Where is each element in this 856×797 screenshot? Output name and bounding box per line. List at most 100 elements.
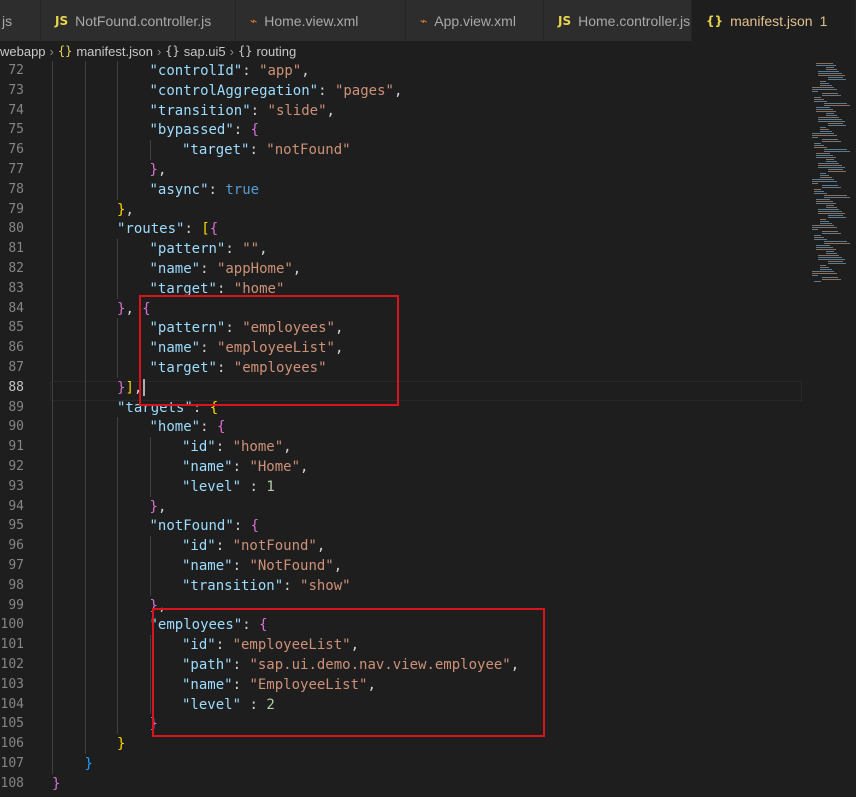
minimap-line <box>818 119 842 120</box>
code-token: : <box>241 478 267 495</box>
line-number: 81 <box>8 241 24 257</box>
minimap-line <box>816 111 836 112</box>
code-token: "home" <box>232 439 284 456</box>
line-code: "transition": "slide", <box>150 101 335 121</box>
minimap-line <box>820 177 832 178</box>
code-token: "id" <box>182 538 216 555</box>
code-token: : <box>184 221 202 238</box>
tab-home-controller-js[interactable]: JS Home.controller.js <box>544 0 692 41</box>
breadcrumb-item[interactable]: routing <box>256 44 296 59</box>
tab-home-view-xml[interactable]: ⌁ Home.view.xml <box>236 0 406 41</box>
tab-manifest-json[interactable]: {} manifest.json 1 <box>692 0 856 41</box>
minimap-line <box>828 79 846 80</box>
code-line: 89 "targets": { <box>0 398 810 418</box>
code-token: } <box>52 775 61 792</box>
minimap-line <box>814 145 824 146</box>
minimap-line <box>814 239 827 240</box>
line-number: 93 <box>8 478 24 494</box>
code-token: : <box>318 82 335 99</box>
json-object-icon: {} <box>165 44 180 58</box>
minimap-line <box>812 229 818 230</box>
line-number: 92 <box>8 459 24 474</box>
line-code: "target": "notFound" <box>182 140 351 160</box>
code-token: "name" <box>149 261 201 277</box>
minimap-line <box>818 75 845 76</box>
line-number: 76 <box>8 142 24 158</box>
json-object-icon: {} <box>238 44 253 58</box>
minimap-line <box>812 271 834 272</box>
code-line: 76 "target": "notFound" <box>0 140 810 160</box>
minimap-line <box>824 243 850 244</box>
code-token: , <box>259 241 268 258</box>
targets-annotation-box <box>152 608 545 737</box>
code-token: , <box>292 261 302 277</box>
line-number: 95 <box>8 518 24 534</box>
code-line: 106} <box>0 734 810 754</box>
code-token: "transition" <box>182 577 284 594</box>
code-token: , <box>333 558 343 574</box>
breadcrumb-item[interactable]: webapp <box>0 44 46 59</box>
code-token: "appHome" <box>216 261 293 277</box>
minimap-line <box>826 69 837 70</box>
minimap-line <box>818 73 842 74</box>
minimap-line <box>822 279 841 280</box>
minimap-line <box>816 65 836 66</box>
minimap-line <box>828 169 843 170</box>
minimap-line <box>818 71 839 72</box>
code-line: 94}, <box>0 497 810 517</box>
code-token: : <box>215 439 233 456</box>
minimap-line <box>814 99 824 100</box>
minimap-line <box>820 129 829 130</box>
code-line: 91 "id": "home", <box>0 437 810 457</box>
code-editor[interactable]: 72 "controlId": "app", 73 "controlAggregati… <box>0 61 810 793</box>
minimap-line <box>822 277 838 278</box>
tab-app-view-xml[interactable]: ⌁ App.view.xml <box>406 0 544 41</box>
line-number: 96 <box>8 538 24 554</box>
code-token: : <box>200 419 217 436</box>
minimap-line <box>812 89 837 90</box>
minimap-line <box>824 103 847 104</box>
tab-notfound-controller-js[interactable]: JS NotFound.controller.js <box>41 0 236 41</box>
minimap-line <box>822 233 841 234</box>
xml-file-icon: ⌁ <box>250 13 258 28</box>
line-code: }, <box>150 160 167 180</box>
breadcrumb-chevron-icon: › <box>49 43 54 59</box>
code-token: "target" <box>182 142 250 159</box>
code-token: "bypassed" <box>149 122 234 139</box>
code-token: "NotFound" <box>249 558 334 574</box>
minimap-line <box>828 217 846 218</box>
minimap-line <box>826 251 834 252</box>
minimap-line <box>822 141 841 142</box>
line-code: "level" : 1 <box>182 477 275 497</box>
line-number: 101 <box>0 637 24 653</box>
minimap-line <box>828 261 843 262</box>
code-token: : <box>215 538 233 555</box>
line-code: "notFound": { <box>150 516 260 536</box>
tab-label: manifest.json <box>730 12 813 29</box>
code-token: "routes" <box>117 221 185 238</box>
code-line: 93 "level" : 1 <box>0 477 810 497</box>
line-code: "name": "NotFound", <box>182 556 342 576</box>
minimap-line <box>812 87 834 88</box>
line-code: "async": true <box>150 180 260 200</box>
minimap-canvas <box>812 63 850 282</box>
minimap-line <box>826 115 837 116</box>
minimap-line <box>828 77 843 78</box>
code-line: 78 "async": true <box>0 180 810 200</box>
line-number: 102 <box>0 657 24 672</box>
tab-js[interactable]: js <box>0 0 41 41</box>
minimap-line <box>812 227 837 228</box>
breadcrumb-item[interactable]: manifest.json <box>76 44 153 59</box>
code-line: 92 "name": "Home", <box>0 457 810 477</box>
line-code: "bypassed": { <box>150 120 260 140</box>
code-token: "Home" <box>249 459 301 475</box>
minimap-line <box>814 191 824 192</box>
minimap-line <box>818 255 839 256</box>
code-token: , <box>125 201 134 218</box>
line-code: "name": "appHome", <box>150 259 302 279</box>
minimap-line <box>818 257 842 258</box>
breadcrumb-item[interactable]: sap.ui5 <box>184 44 226 59</box>
line-code: }, <box>117 200 134 220</box>
code-token: "pattern" <box>149 241 226 258</box>
minimap[interactable] <box>810 61 856 793</box>
